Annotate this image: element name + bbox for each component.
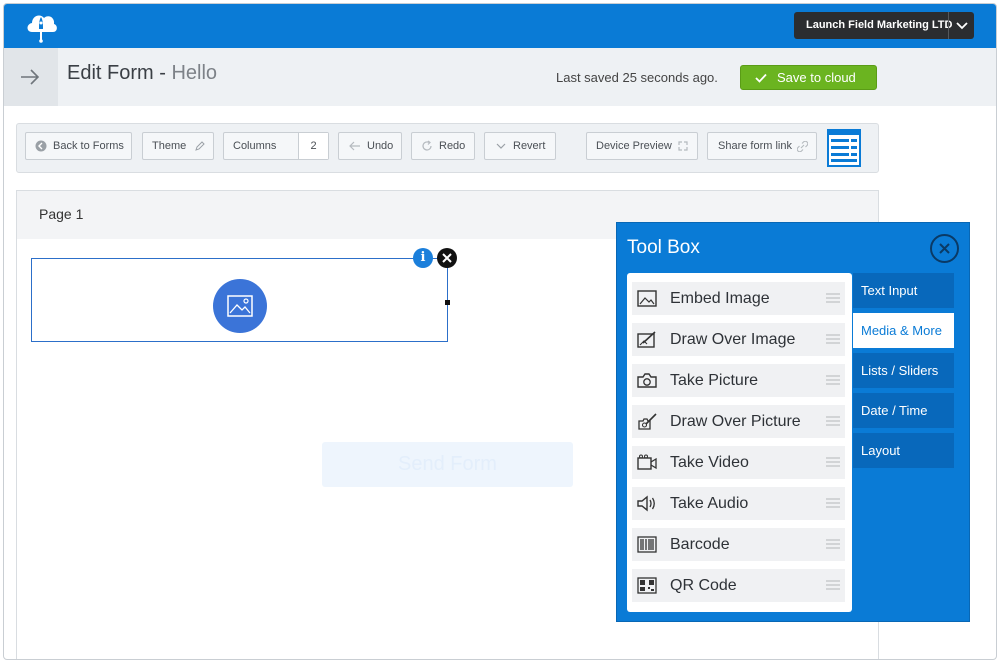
drag-handle-icon[interactable] — [826, 457, 840, 467]
tool-draw-over-picture[interactable]: Draw Over Picture — [632, 405, 845, 438]
tool-draw-over-image[interactable]: Draw Over Image — [632, 323, 845, 356]
device-preview-button[interactable]: Device Preview — [586, 132, 698, 160]
tool-label: Take Picture — [670, 372, 759, 389]
image-placeholder[interactable] — [213, 279, 267, 333]
page-title: Edit Form - Hello — [67, 62, 217, 85]
category-date-time[interactable]: Date / Time — [853, 393, 954, 428]
columns-input[interactable]: 2 — [298, 133, 328, 159]
undo-icon — [349, 141, 360, 151]
share-form-link-button[interactable]: Share form link — [707, 132, 817, 160]
tool-label: Take Video — [670, 454, 749, 471]
video-icon — [637, 454, 657, 470]
selected-image-field[interactable] — [31, 258, 448, 342]
arrow-right-icon — [21, 69, 40, 85]
drag-handle-icon[interactable] — [826, 293, 840, 303]
tool-list: Embed Image Draw Over Image Take Picture… — [627, 273, 852, 612]
toolbox-title: Tool Box — [627, 237, 700, 258]
image-icon — [637, 290, 657, 307]
close-icon — [939, 243, 950, 254]
device-preview-label: Device Preview — [596, 140, 672, 152]
back-to-forms-label: Back to Forms — [53, 140, 124, 152]
tool-qr-code[interactable]: QR Code — [632, 569, 845, 602]
tool-take-video[interactable]: Take Video — [632, 446, 845, 479]
link-icon — [797, 141, 808, 152]
tool-take-audio[interactable]: Take Audio — [632, 487, 845, 520]
image-icon — [227, 295, 253, 317]
close-icon — [442, 253, 452, 263]
tool-label: Embed Image — [670, 290, 770, 307]
category-lists-sliders[interactable]: Lists / Sliders — [853, 353, 954, 388]
barcode-icon — [637, 536, 657, 553]
toolbox-close-button[interactable] — [930, 234, 959, 263]
tool-label: Draw Over Picture — [670, 413, 801, 430]
redo-icon — [422, 140, 432, 151]
toolbox-panel: Tool Box Embed Image Draw Over Image Tak… — [616, 222, 970, 622]
drag-handle-icon[interactable] — [826, 580, 840, 590]
drag-handle-icon[interactable] — [826, 539, 840, 549]
columns-label: Columns — [233, 140, 277, 152]
columns-control[interactable]: Columns 2 — [223, 132, 329, 160]
drag-handle-icon[interactable] — [826, 375, 840, 385]
page-title-prefix: Edit Form - — [67, 62, 172, 84]
tool-label: Draw Over Image — [670, 331, 796, 348]
save-button-label: Save to cloud — [777, 70, 856, 85]
tool-label: Barcode — [670, 536, 730, 553]
drag-handle-icon[interactable] — [826, 416, 840, 426]
drag-handle-icon[interactable] — [826, 334, 840, 344]
organization-selector[interactable]: Launch Field Marketing LTD — [794, 12, 974, 39]
category-media-and-more[interactable]: Media & More — [853, 313, 954, 348]
resize-handle[interactable] — [445, 300, 450, 305]
camera-icon — [637, 373, 657, 388]
category-text-input[interactable]: Text Input — [853, 273, 954, 308]
organization-name: Launch Field Marketing LTD — [806, 19, 953, 31]
remove-field-button[interactable] — [437, 248, 457, 268]
tool-barcode[interactable]: Barcode — [632, 528, 845, 561]
field-info-button[interactable]: i — [413, 248, 433, 268]
back-to-forms-button[interactable]: Back to Forms — [25, 132, 132, 160]
theme-label: Theme — [152, 140, 187, 152]
save-status: Last saved 25 seconds ago. — [556, 70, 718, 85]
draw-image-icon — [637, 331, 656, 348]
chevron-down-icon — [496, 143, 506, 149]
redo-label: Redo — [439, 140, 466, 152]
tool-take-picture[interactable]: Take Picture — [632, 364, 845, 397]
editor-toolbar: Back to Forms Theme Columns 2 Undo Redo … — [16, 123, 879, 173]
chevron-down-icon[interactable] — [948, 12, 974, 39]
revert-label: Revert — [513, 140, 546, 152]
pencil-icon — [195, 141, 205, 151]
undo-button[interactable]: Undo — [338, 132, 402, 160]
undo-label: Undo — [367, 140, 394, 152]
revert-button[interactable]: Revert — [484, 132, 556, 160]
redo-button[interactable]: Redo — [411, 132, 475, 160]
page-name: Page 1 — [39, 206, 84, 222]
tool-label: Take Audio — [670, 495, 749, 512]
share-form-link-label: Share form link — [718, 140, 792, 152]
theme-button[interactable]: Theme — [142, 132, 214, 160]
send-form-button[interactable]: Send Form — [322, 442, 573, 487]
form-name: Hello — [171, 62, 218, 84]
drag-handle-icon[interactable] — [826, 498, 840, 508]
top-bar: Launch Field Marketing LTD — [4, 4, 996, 48]
save-to-cloud-button[interactable]: Save to cloud — [740, 65, 877, 90]
sidebar-toggle-button[interactable] — [4, 48, 58, 106]
checkmark-icon — [755, 73, 767, 83]
tool-embed-image[interactable]: Embed Image — [632, 282, 845, 315]
expand-icon — [678, 141, 688, 151]
form-header: Edit Form - Hello Last saved 25 seconds … — [4, 48, 996, 106]
qr-code-icon — [637, 577, 657, 594]
category-layout[interactable]: Layout — [853, 433, 954, 468]
audio-icon — [637, 495, 655, 512]
tool-label: QR Code — [670, 577, 737, 594]
app-window: Launch Field Marketing LTD Edit Form - H… — [3, 3, 997, 660]
form-layout-icon[interactable] — [827, 129, 861, 167]
draw-picture-icon — [638, 413, 657, 430]
cloud-rocket-logo-icon[interactable] — [24, 8, 58, 44]
back-circle-icon — [35, 140, 47, 152]
